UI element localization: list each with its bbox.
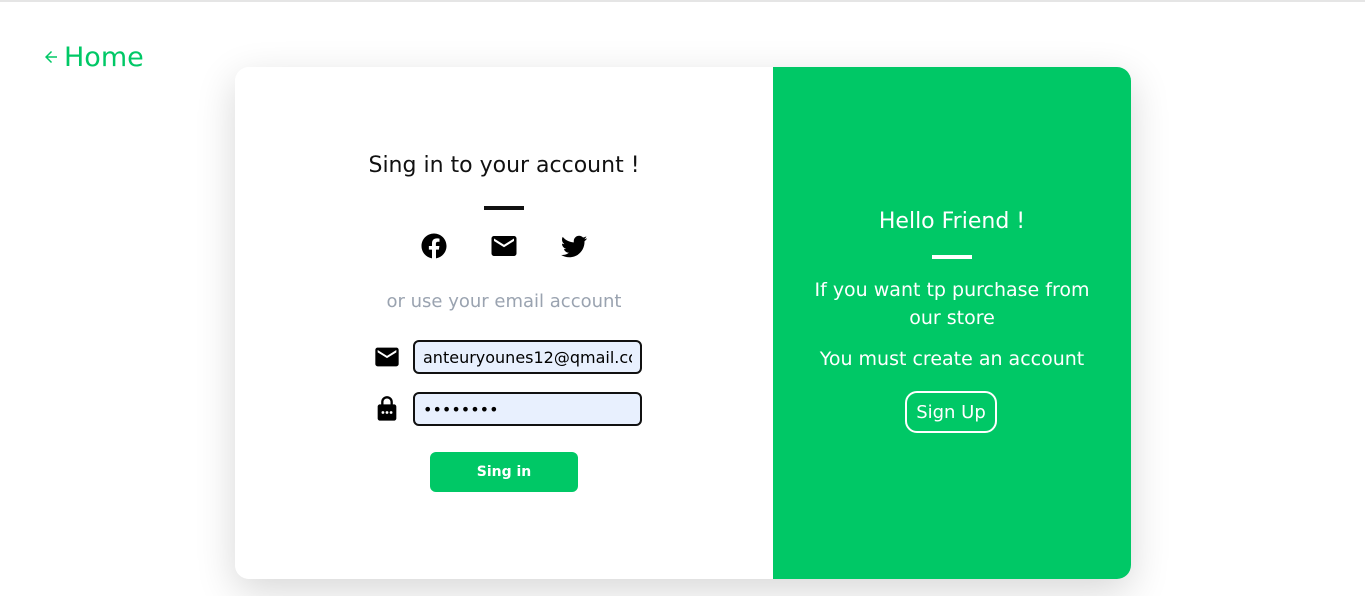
signin-panel: Sing in to your account ! or use your em… xyxy=(235,67,773,579)
signup-title: Hello Friend ! xyxy=(878,209,1026,234)
lock-icon xyxy=(373,395,401,423)
signup-button[interactable]: Sign Up xyxy=(905,391,997,433)
arrow-left-icon xyxy=(42,42,60,73)
alt-login-text: or use your email account xyxy=(386,291,622,312)
signin-title: Sing in to your account ! xyxy=(368,153,640,178)
mail-icon xyxy=(489,231,519,265)
email-social-button[interactable] xyxy=(488,232,520,264)
top-divider xyxy=(0,0,1365,2)
auth-card: Sing in to your account ! or use your em… xyxy=(235,67,1131,579)
twitter-icon xyxy=(559,231,589,265)
signup-panel: Hello Friend ! If you want tp purchase f… xyxy=(773,67,1131,579)
signup-message-1: If you want tp purchase from our store xyxy=(814,279,1090,329)
signup-title-underline xyxy=(932,255,972,259)
home-link[interactable]: Home xyxy=(42,42,144,73)
facebook-button[interactable] xyxy=(418,232,450,264)
title-underline xyxy=(484,206,524,210)
email-field[interactable] xyxy=(413,340,642,374)
signup-message-2: You must create an account xyxy=(819,348,1085,370)
home-link-label: Home xyxy=(64,42,144,73)
social-login-row xyxy=(235,232,773,264)
password-field[interactable] xyxy=(413,392,642,426)
password-row xyxy=(373,392,642,426)
mail-icon xyxy=(373,343,401,371)
signin-button[interactable]: Sing in xyxy=(430,452,578,492)
facebook-icon xyxy=(419,231,449,265)
email-row xyxy=(373,340,642,374)
twitter-button[interactable] xyxy=(558,232,590,264)
